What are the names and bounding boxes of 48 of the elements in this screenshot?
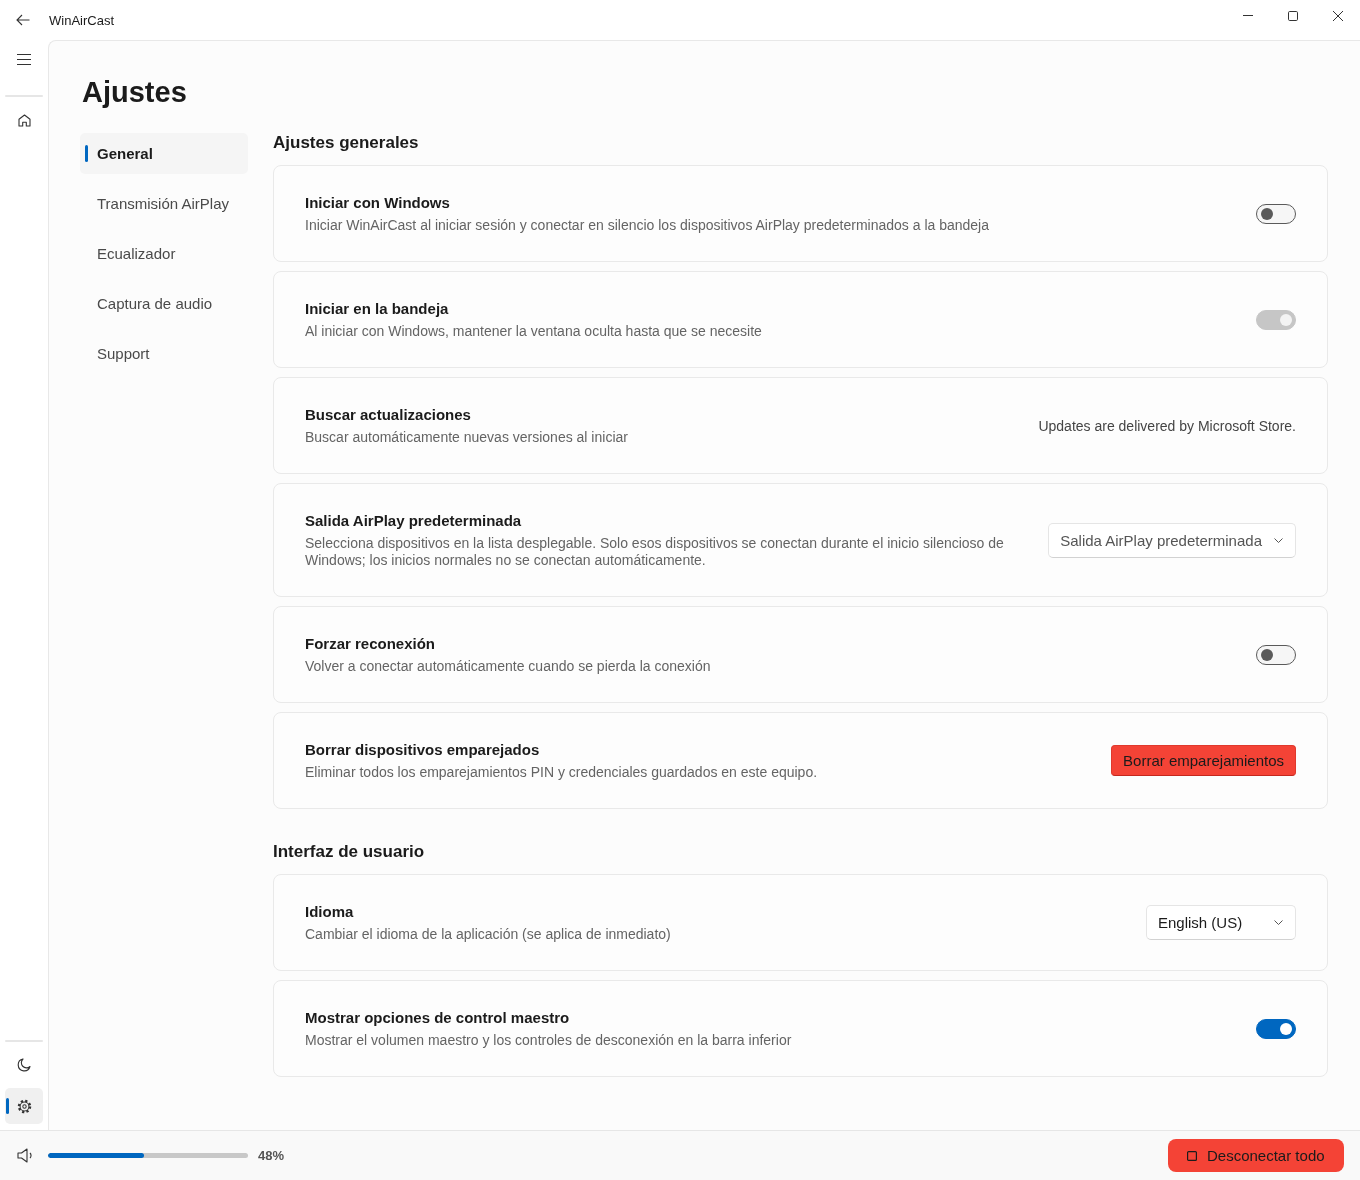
page-title: Ajustes xyxy=(82,75,188,110)
disconnect-all-button[interactable]: Desconectar todo xyxy=(1168,1139,1344,1172)
setting-description: Mostrar el volumen maestro y los controles de desconexión en la barra inferior xyxy=(305,1032,793,1049)
toggle-switch[interactable] xyxy=(1256,203,1296,224)
setting-title: Buscar actualizaciones xyxy=(305,405,472,425)
minimize-icon xyxy=(1242,15,1253,16)
update-note: Updates are delivered by Microsoft Store. xyxy=(1038,417,1296,434)
setting-description: Volver a conectar automáticamente cuando se pierda la conexión xyxy=(305,658,712,675)
moon-icon xyxy=(17,1058,31,1072)
clear-pairings-button[interactable]: Borrar emparejamientos xyxy=(1111,745,1296,776)
settings-button[interactable] xyxy=(5,1088,43,1124)
dropdown[interactable]: English (US) xyxy=(1146,905,1296,940)
settings-nav-item[interactable]: General xyxy=(80,133,248,174)
volume-reading: 48% xyxy=(258,1148,285,1163)
toggle-switch[interactable] xyxy=(1256,1018,1296,1039)
gear-icon xyxy=(16,1098,32,1114)
section-heading: Ajustes generales xyxy=(273,132,420,154)
chevron-down-icon xyxy=(1274,920,1283,925)
setting-description: Cambiar el idioma de la aplicación (se aplica de inmediato) xyxy=(305,926,672,943)
setting-description: Selecciona dispositivos en la lista desplegable. Solo esos dispositivos se conectan durante el inicio silencioso de Windows; los inicios normales no se conectan automáticamente. xyxy=(305,535,1005,569)
toggle-switch[interactable] xyxy=(1256,644,1296,665)
setting-description: Iniciar WinAirCast al iniciar sesión y conectar en silencio los dispositivos AirPlay predeterminados a la bandeja xyxy=(305,217,990,234)
back-arrow-icon xyxy=(16,14,30,26)
close-icon xyxy=(1332,10,1343,21)
setting-description: Buscar automáticamente nuevas versiones al iniciar xyxy=(305,429,629,446)
setting-title: Mostrar opciones de control maestro xyxy=(305,1008,571,1028)
settings-nav-item[interactable]: Transmisión AirPlay xyxy=(80,183,248,224)
chevron-down-icon xyxy=(1274,537,1283,543)
setting-title: Idioma xyxy=(305,902,355,922)
setting-description: Eliminar todos los emparejamientos PIN y credenciales guardados en este equipo. xyxy=(305,764,819,781)
setting-title: Forzar reconexión xyxy=(305,634,437,654)
settings-nav-item[interactable]: Ecualizador xyxy=(80,233,248,274)
setting-title: Iniciar en la bandeja xyxy=(305,299,450,319)
volume-slider[interactable] xyxy=(48,1153,248,1158)
setting-description: Al iniciar con Windows, mantener la ventana oculta hasta que se necesite xyxy=(305,323,763,340)
settings-nav-item[interactable]: Support xyxy=(80,333,248,374)
setting-title: Borrar dispositivos emparejados xyxy=(305,740,541,760)
speaker-icon[interactable] xyxy=(17,1148,35,1163)
menu-icon xyxy=(17,53,31,65)
maximize-icon xyxy=(1287,10,1298,21)
setting-title: Iniciar con Windows xyxy=(305,193,451,213)
setting-title: Salida AirPlay predeterminada xyxy=(305,511,523,531)
window-title: WinAirCast xyxy=(49,12,114,28)
settings-nav-item[interactable]: Captura de audio xyxy=(80,283,248,324)
section-heading: Interfaz de usuario xyxy=(273,841,426,863)
dropdown[interactable]: Salida AirPlay predeterminada xyxy=(1048,522,1296,558)
stop-icon xyxy=(1187,1150,1197,1161)
home-icon xyxy=(17,113,31,127)
